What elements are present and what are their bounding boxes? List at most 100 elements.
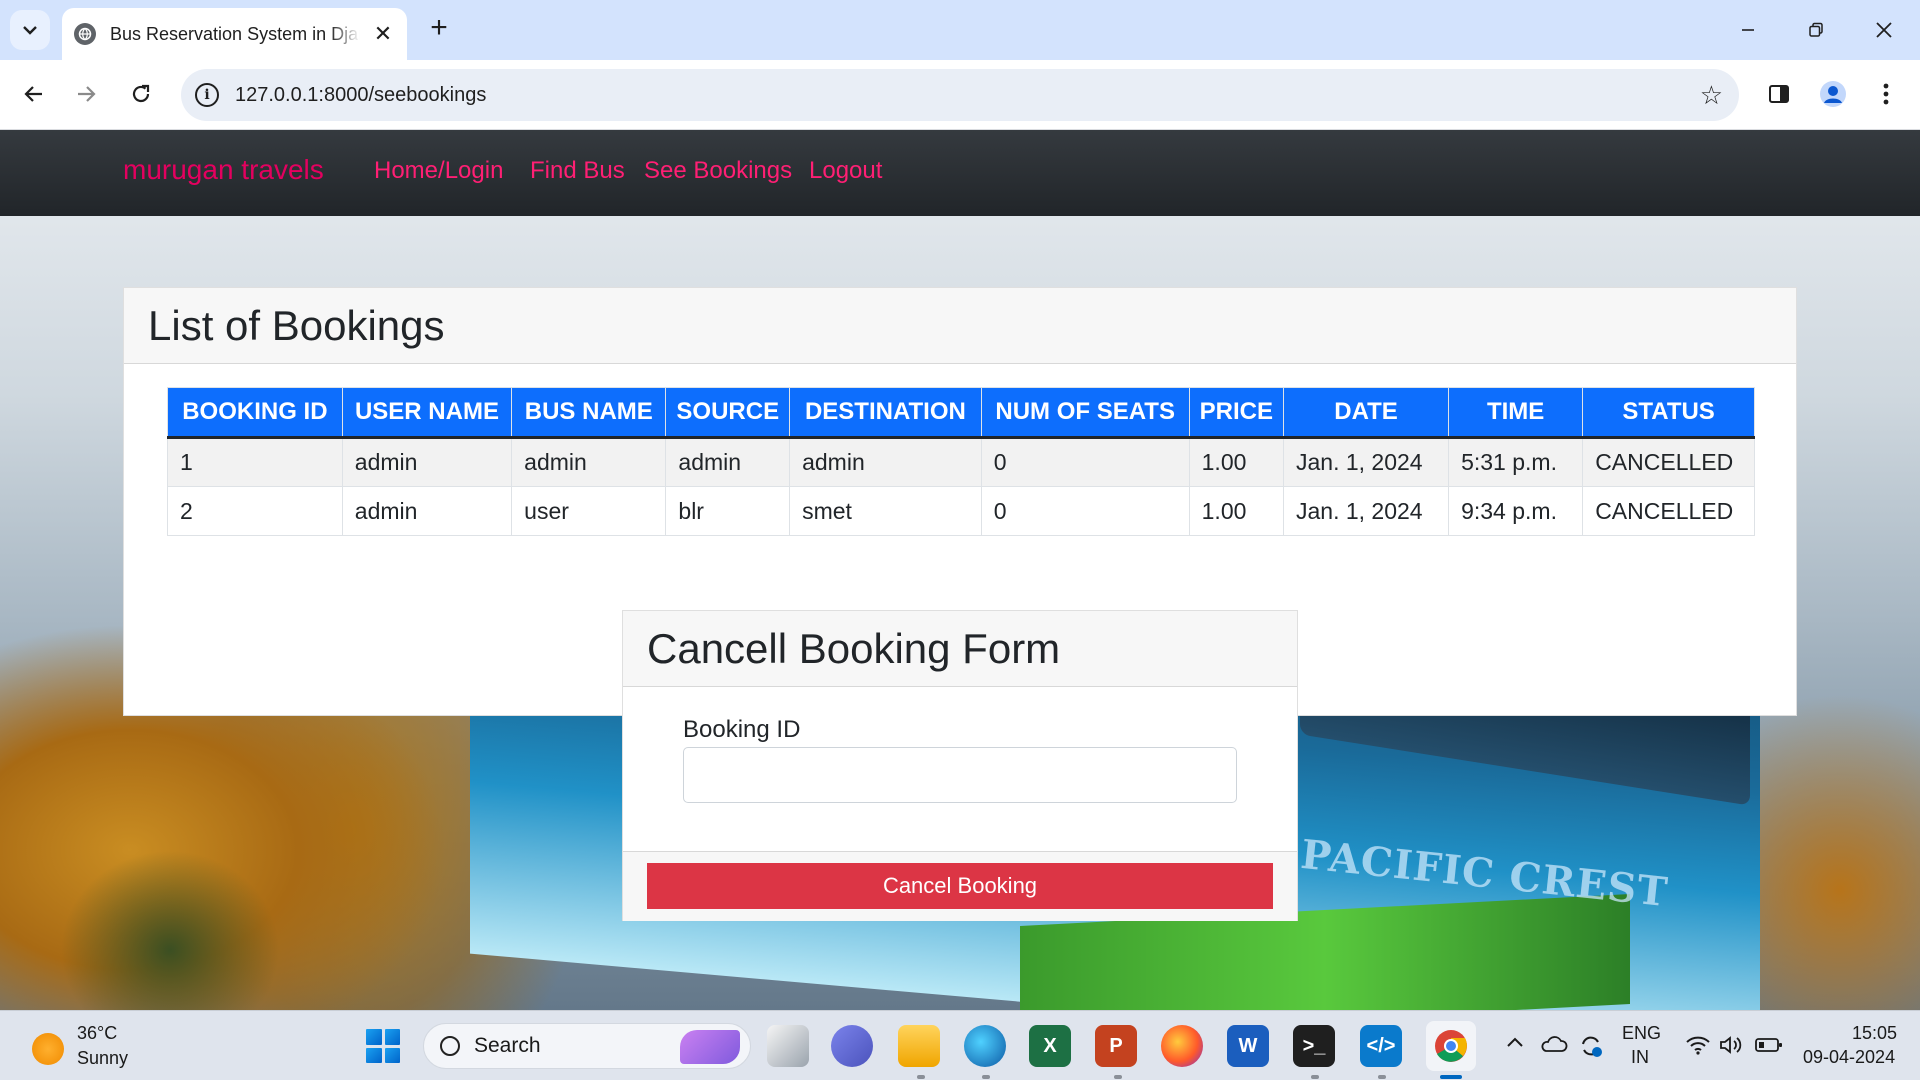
folder-icon[interactable]: [898, 1025, 940, 1067]
cell-booking-id: 1: [167, 437, 343, 487]
sun-icon[interactable]: [32, 1033, 64, 1065]
cell-destination: admin: [789, 437, 982, 487]
cell-bus-name: admin: [511, 437, 667, 487]
word-icon[interactable]: W: [1227, 1025, 1269, 1067]
powerpoint-running-indicator: [1114, 1075, 1122, 1079]
site-info-icon[interactable]: i: [195, 83, 219, 107]
wifi-icon[interactable]: [1685, 1035, 1711, 1060]
cancel-booking-card: Cancell Booking Form Booking ID Cancel B…: [622, 610, 1298, 921]
battery-icon[interactable]: [1755, 1037, 1783, 1058]
folder-running-indicator: [917, 1075, 925, 1079]
search-icon: [440, 1036, 460, 1056]
powerpoint-icon[interactable]: P: [1095, 1025, 1137, 1067]
weather-condition[interactable]: Sunny: [77, 1048, 128, 1069]
cancel-card-header: Cancell Booking Form: [623, 611, 1297, 687]
clock-time[interactable]: 15:05: [1852, 1023, 1897, 1044]
windows-taskbar: 36°C Sunny Search X P W >_ </> ENG IN 15…: [0, 1010, 1920, 1080]
cell-bus-name: user: [511, 486, 667, 536]
col-header-source: SOURCE: [665, 387, 791, 439]
cell-num-of-seats: 0: [980, 486, 1190, 536]
language-indicator-top[interactable]: ENG: [1622, 1023, 1661, 1044]
cell-num-of-seats: 0: [980, 437, 1190, 487]
booking-id-input[interactable]: [683, 747, 1237, 803]
forward-icon[interactable]: [66, 74, 106, 114]
page-viewport: PACIFIC CREST murugan travels Home/Login…: [0, 130, 1920, 1010]
cell-source: admin: [665, 437, 791, 487]
close-window-icon[interactable]: [1864, 10, 1904, 50]
back-icon[interactable]: [14, 74, 54, 114]
edge-running-indicator: [982, 1075, 990, 1079]
col-header-num-of-seats: NUM OF SEATS: [980, 387, 1190, 439]
chrome-button[interactable]: [1426, 1021, 1476, 1071]
cell-time: 5:31 p.m.: [1448, 437, 1584, 487]
table-row: 2 admin user blr smet 0 1.00 Jan. 1, 202…: [167, 486, 1755, 536]
cell-price: 1.00: [1188, 486, 1285, 536]
new-tab-button[interactable]: +: [422, 12, 456, 46]
sync-icon[interactable]: [1578, 1033, 1604, 1064]
teams-icon[interactable]: [831, 1025, 873, 1067]
volume-icon[interactable]: [1719, 1035, 1743, 1060]
side-panel-icon[interactable]: [1759, 74, 1799, 114]
terminal-icon[interactable]: >_: [1293, 1025, 1335, 1067]
col-header-booking-id: BOOKING ID: [167, 387, 343, 439]
cell-price: 1.00: [1188, 437, 1285, 487]
browser-tab-active[interactable]: Bus Reservation System in Django ✕: [62, 8, 407, 60]
chevron-up-icon[interactable]: [1505, 1035, 1525, 1054]
windows-start-icon[interactable]: [366, 1029, 400, 1063]
bookings-card-header: List of Bookings: [124, 288, 1796, 364]
weather-temperature[interactable]: 36°C: [77, 1023, 117, 1044]
cell-date: Jan. 1, 2024: [1282, 437, 1450, 487]
cell-destination: smet: [789, 486, 982, 536]
task-view-icon[interactable]: [767, 1025, 809, 1067]
onedrive-icon[interactable]: [1540, 1033, 1568, 1060]
chevron-down-icon: [23, 26, 37, 35]
col-header-price: PRICE: [1188, 387, 1285, 439]
tab-title: Bus Reservation System in Django: [110, 23, 360, 44]
edge-icon[interactable]: [964, 1025, 1006, 1067]
tab-close-icon[interactable]: ✕: [371, 21, 395, 47]
cancel-booking-button[interactable]: Cancel Booking: [647, 863, 1273, 909]
language-indicator-bottom[interactable]: IN: [1631, 1047, 1649, 1068]
cell-time: 9:34 p.m.: [1448, 486, 1584, 536]
kebab-menu-icon[interactable]: [1866, 74, 1906, 114]
profile-avatar-icon[interactable]: [1813, 74, 1853, 114]
cell-booking-id: 2: [167, 486, 343, 536]
globe-icon: [74, 23, 96, 45]
nav-link-find-bus[interactable]: Find Bus: [530, 157, 625, 185]
nav-link-home-login[interactable]: Home/Login: [374, 157, 503, 185]
reload-icon[interactable]: [121, 74, 161, 114]
nav-link-logout[interactable]: Logout: [809, 157, 882, 185]
bookmark-star-icon[interactable]: ☆: [1700, 81, 1723, 109]
minimize-icon[interactable]: [1728, 10, 1768, 50]
col-header-status: STATUS: [1582, 387, 1755, 439]
bookings-table: BOOKING ID USER NAME BUS NAME SOURCE DES…: [167, 387, 1755, 536]
firefox-icon[interactable]: [1161, 1025, 1203, 1067]
col-header-time: TIME: [1448, 387, 1584, 439]
cell-source: blr: [665, 486, 791, 536]
browser-toolbar: i 127.0.0.1:8000/seebookings ☆: [0, 60, 1920, 130]
vscode-icon[interactable]: </>: [1360, 1025, 1402, 1067]
excel-icon[interactable]: X: [1029, 1025, 1071, 1067]
cancel-form-title: Cancell Booking Form: [647, 625, 1061, 672]
cell-user-name: admin: [341, 486, 513, 536]
clock-date[interactable]: 09-04-2024: [1803, 1047, 1895, 1068]
booking-id-label: Booking ID: [683, 716, 801, 743]
col-header-date: DATE: [1282, 387, 1450, 439]
cell-status: CANCELLED: [1582, 437, 1755, 487]
nav-link-see-bookings[interactable]: See Bookings: [644, 157, 792, 185]
table-row: 1 admin admin admin admin 0 1.00 Jan. 1,…: [167, 437, 1755, 487]
vscode-running-indicator: [1378, 1075, 1386, 1079]
chrome-active-indicator: [1440, 1075, 1462, 1079]
bookings-table-header-row: BOOKING ID USER NAME BUS NAME SOURCE DES…: [167, 387, 1755, 439]
address-bar[interactable]: i 127.0.0.1:8000/seebookings ☆: [181, 69, 1739, 121]
search-label: Search: [474, 1034, 541, 1057]
col-header-bus-name: BUS NAME: [511, 387, 667, 439]
brand-link[interactable]: murugan travels: [123, 154, 324, 186]
taskbar-search[interactable]: Search: [423, 1023, 751, 1069]
tab-search-button[interactable]: [10, 10, 50, 50]
col-header-user-name: USER NAME: [341, 387, 513, 439]
tree-image: [60, 850, 280, 1010]
bookings-title: List of Bookings: [148, 302, 445, 349]
url-text[interactable]: 127.0.0.1:8000/seebookings: [235, 84, 486, 107]
restore-icon[interactable]: [1796, 10, 1836, 50]
